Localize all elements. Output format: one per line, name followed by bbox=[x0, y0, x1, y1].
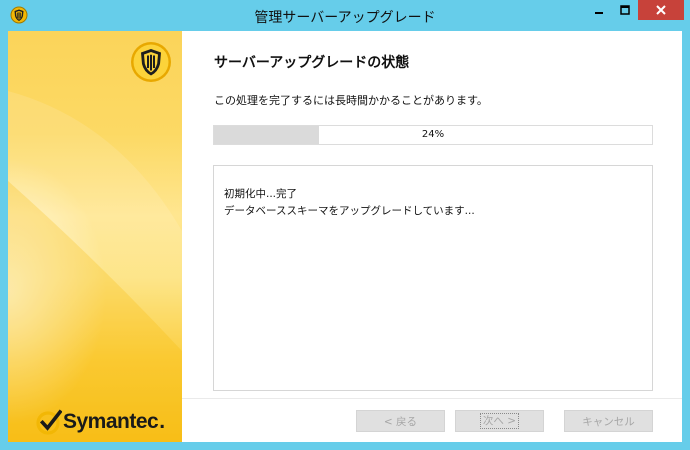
sidebar-banner: Symantec. bbox=[8, 31, 182, 442]
window-controls bbox=[586, 0, 684, 22]
shield-icon bbox=[131, 42, 171, 82]
minimize-button[interactable] bbox=[586, 0, 612, 20]
minimize-icon bbox=[595, 12, 603, 14]
progress-label: 24% bbox=[421, 129, 445, 140]
back-button[interactable]: < 戻る bbox=[356, 410, 445, 432]
progress-bar: 24% bbox=[213, 125, 653, 145]
symantec-logo: Symantec. bbox=[36, 409, 165, 435]
next-button-label: 次へ > bbox=[479, 413, 520, 429]
maximize-icon bbox=[620, 5, 630, 15]
maximize-button[interactable] bbox=[612, 0, 638, 20]
close-button[interactable] bbox=[638, 0, 684, 20]
title-bar[interactable]: 管理サーバーアップグレード bbox=[0, 0, 690, 31]
dialog-client: Symantec. サーバーアップグレードの状態 この処理を完了するには長時間か… bbox=[8, 31, 682, 442]
footer-divider bbox=[182, 398, 682, 399]
close-icon bbox=[656, 5, 666, 15]
log-line: データベーススキーマをアップグレードしています... bbox=[224, 205, 475, 217]
log-line: 初期化中...完了 bbox=[224, 188, 298, 200]
status-log: 初期化中...完了 データベーススキーマをアップグレードしています... bbox=[213, 165, 653, 391]
installer-window: 管理サーバーアップグレード Symantec . サーバーアップグレードの状態 … bbox=[0, 0, 690, 450]
brand-name: Symantec bbox=[63, 410, 159, 433]
symantec-check-icon bbox=[36, 409, 62, 435]
cancel-button[interactable]: キャンセル bbox=[564, 410, 653, 432]
page-title: サーバーアップグレードの状態 bbox=[214, 55, 410, 71]
page-description: この処理を完了するには長時間かかることがあります。 bbox=[214, 94, 488, 107]
sidebar-swoosh bbox=[8, 91, 182, 442]
next-button[interactable]: 次へ > bbox=[455, 410, 544, 432]
brand-mark: . bbox=[159, 410, 165, 433]
